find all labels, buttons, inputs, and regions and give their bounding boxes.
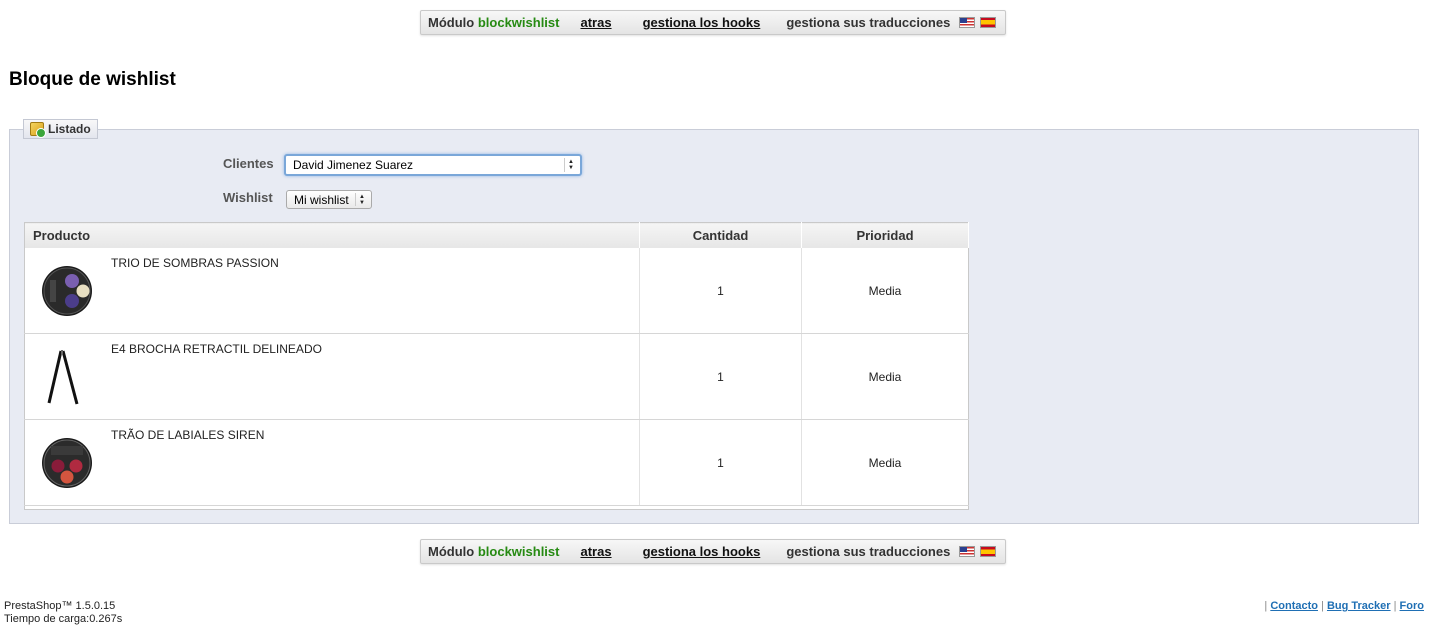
module-icon — [30, 122, 46, 138]
back-link[interactable]: atras — [580, 544, 611, 559]
table-header-row: Producto Cantidad Prioridad — [24, 222, 969, 248]
us-flag-icon[interactable] — [959, 546, 976, 557]
product-cell: TRIO DE SOMBRAS PASSION — [24, 248, 640, 334]
quantity-cell: 1 — [639, 333, 802, 420]
customer-select[interactable]: David Jimenez Suarez ▲ ▼ — [284, 154, 582, 176]
select-arrows-icon: ▲ ▼ — [355, 193, 368, 206]
customer-select-value: David Jimenez Suarez — [293, 158, 414, 172]
column-header-product: Producto — [24, 222, 640, 248]
table-row: TRIO DE SOMBRAS PASSION 1 Media — [24, 248, 969, 334]
fieldset-legend: Listado — [23, 119, 98, 139]
column-header-quantity: Cantidad — [639, 222, 802, 248]
footer-info: PrestaShop™ 1.5.0.15 Tiempo de carga:0.2… — [4, 600, 122, 626]
manage-translations-label: gestiona sus traducciones — [786, 15, 951, 30]
product-name: TRÃO DE LABIALES SIREN — [111, 428, 265, 442]
table-row: E4 BROCHA RETRACTIL DELINEADO 1 Media — [24, 333, 969, 420]
manage-translations-label: gestiona sus traducciones — [786, 544, 951, 559]
wishlist-products-table: Producto Cantidad Prioridad TRIO DE SOMB… — [24, 222, 969, 510]
product-cell: TRÃO DE LABIALES SIREN — [24, 419, 640, 506]
select-arrows-icon: ▲ ▼ — [564, 158, 577, 172]
footer-links: | Contacto | Bug Tracker | Foro — [1264, 600, 1424, 612]
footer-load-time: Tiempo de carga:0.267s — [4, 613, 123, 625]
wishlist-select-value: Mi wishlist — [294, 192, 349, 207]
footer-separator: | — [1264, 600, 1268, 612]
module-name: blockwishlist — [477, 544, 560, 559]
table-footer-spacer — [25, 506, 969, 510]
module-prefix: Módulo — [428, 15, 475, 30]
quantity-cell: 1 — [639, 248, 802, 334]
lip-trio-icon — [42, 438, 92, 488]
priority-cell: Media — [801, 419, 969, 506]
priority-cell: Media — [801, 248, 969, 334]
module-name: blockwishlist — [477, 15, 560, 30]
footer-link-contact[interactable]: Contacto — [1270, 600, 1318, 612]
product-cell: E4 BROCHA RETRACTIL DELINEADO — [24, 333, 640, 420]
manage-hooks-link[interactable]: gestiona los hooks — [643, 15, 761, 30]
table-row: TRÃO DE LABIALES SIREN 1 Media — [24, 419, 969, 506]
wishlist-label: Wishlist — [223, 190, 273, 205]
back-link[interactable]: atras — [580, 15, 611, 30]
brush-icon — [47, 350, 79, 405]
footer-separator: | — [1393, 600, 1397, 612]
column-header-priority: Prioridad — [801, 222, 969, 248]
footer-version: PrestaShop™ 1.5.0.15 — [4, 600, 116, 612]
legend-label: Listado — [48, 122, 91, 136]
wishlist-select[interactable]: Mi wishlist ▲ ▼ — [286, 190, 372, 209]
es-flag-icon[interactable] — [980, 17, 997, 28]
us-flag-icon[interactable] — [959, 17, 976, 28]
eyeshadow-trio-icon — [42, 266, 92, 316]
module-toolbar-top: Módulo blockwishlist atras gestiona los … — [420, 10, 1006, 35]
manage-hooks-link[interactable]: gestiona los hooks — [643, 544, 761, 559]
customer-label: Clientes — [223, 156, 274, 171]
module-toolbar-bottom: Módulo blockwishlist atras gestiona los … — [420, 539, 1006, 564]
product-name: TRIO DE SOMBRAS PASSION — [111, 256, 279, 270]
footer-separator: | — [1321, 600, 1324, 612]
footer-link-forum[interactable]: Foro — [1400, 600, 1424, 612]
footer-link-bug-tracker[interactable]: Bug Tracker — [1327, 600, 1391, 612]
es-flag-icon[interactable] — [980, 546, 997, 557]
priority-cell: Media — [801, 333, 969, 420]
product-name: E4 BROCHA RETRACTIL DELINEADO — [111, 342, 322, 356]
page-title: Bloque de wishlist — [9, 69, 176, 90]
quantity-cell: 1 — [639, 419, 802, 506]
module-prefix: Módulo — [428, 544, 475, 559]
